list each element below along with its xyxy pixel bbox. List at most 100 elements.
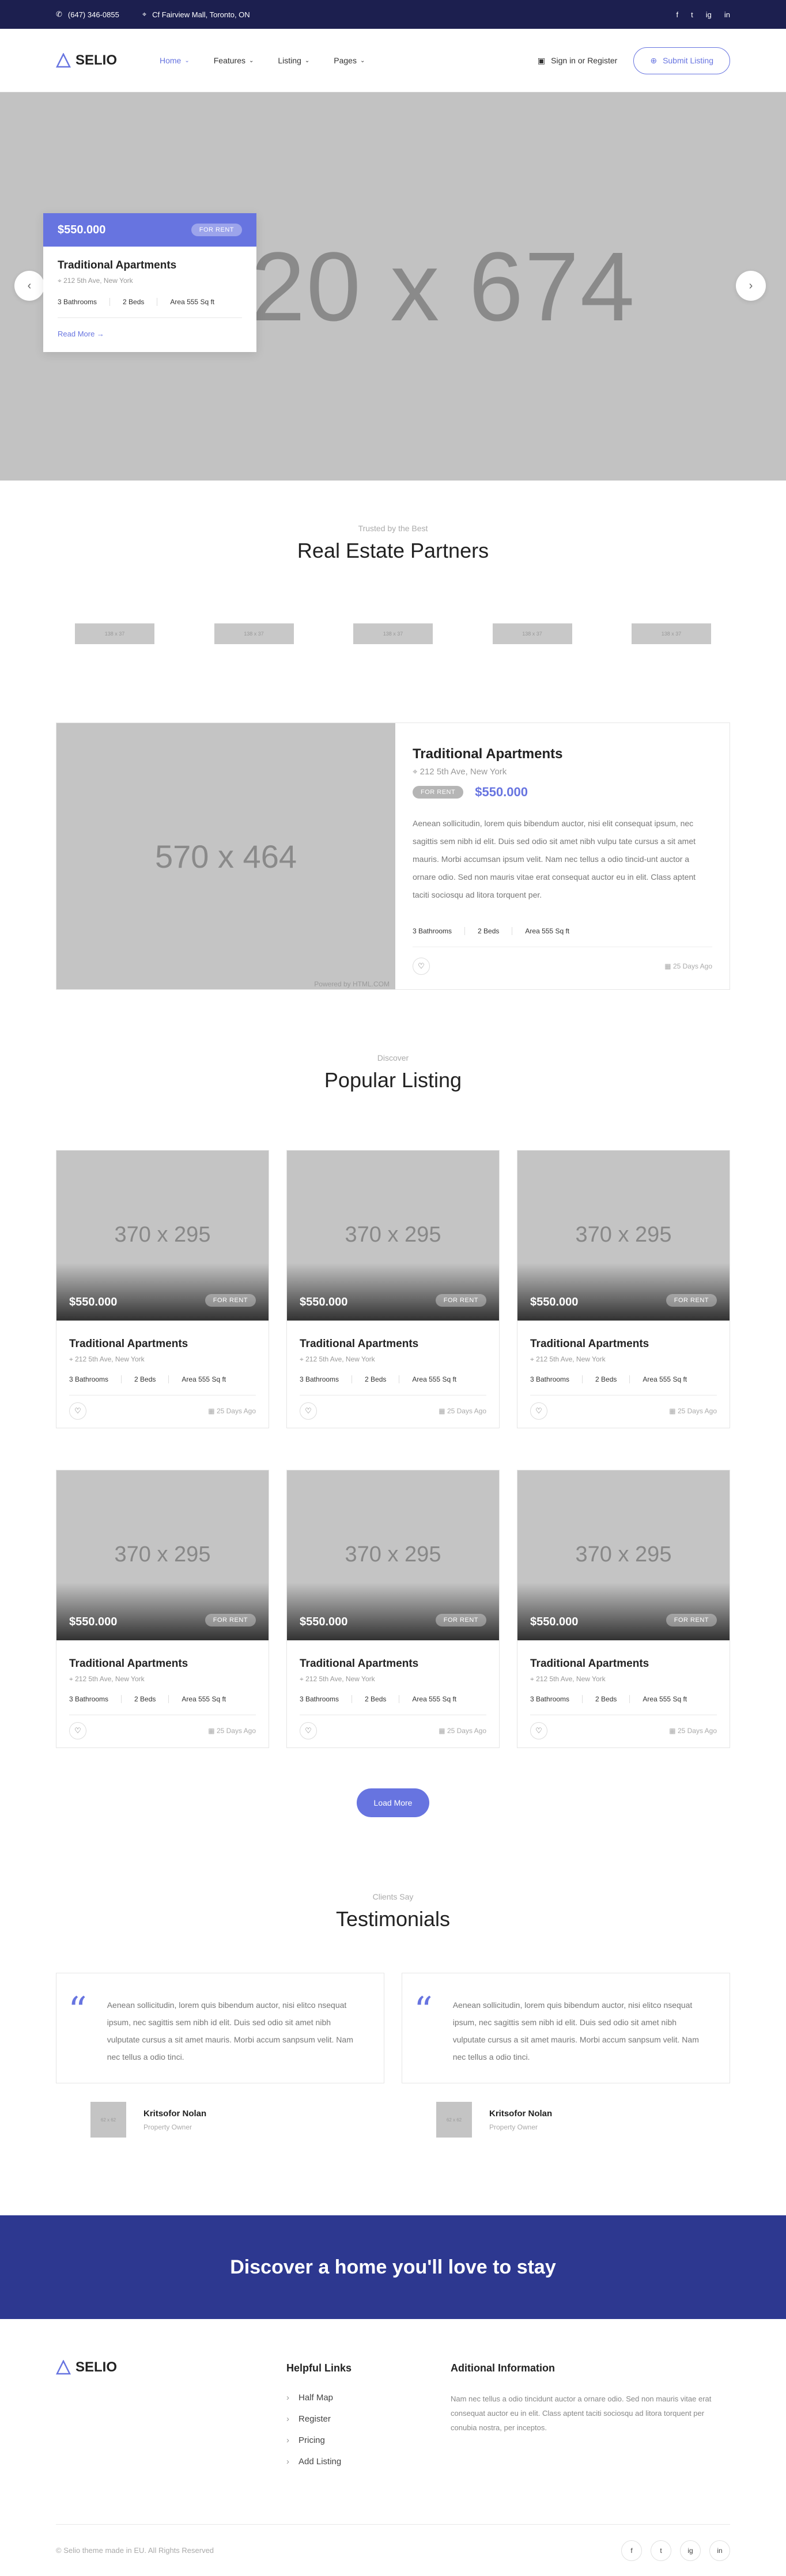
- card-footer: ♡ ▦ 25 Days Ago: [530, 1715, 717, 1739]
- property-title[interactable]: Traditional Apartments: [300, 1338, 486, 1351]
- phone-info[interactable]: ✆ (647) 346-0855: [56, 10, 119, 19]
- property-price: $550.000: [300, 1616, 348, 1628]
- submit-listing-button[interactable]: ⊕ Submit Listing: [633, 47, 730, 74]
- heart-icon[interactable]: ♡: [530, 1402, 547, 1420]
- partner-logo[interactable]: 138 x 37: [75, 623, 154, 644]
- status-badge: FOR RENT: [666, 1294, 717, 1307]
- nav-label: Features: [213, 56, 245, 65]
- property-title[interactable]: Traditional Apartments: [69, 1338, 256, 1351]
- featured-image[interactable]: 570 x 464 Powered by HTML.COM: [56, 723, 395, 989]
- heart-icon[interactable]: ♡: [530, 1722, 547, 1739]
- footer-logo[interactable]: SELIO: [56, 2359, 160, 2375]
- read-more-link[interactable]: Read More →: [58, 330, 242, 338]
- address-text: 212 5th Ave, New York: [63, 277, 133, 285]
- status-badge: FOR RENT: [435, 1294, 486, 1307]
- heart-icon[interactable]: ♡: [413, 958, 430, 975]
- twitter-icon[interactable]: t: [691, 10, 693, 19]
- instagram-icon[interactable]: ig: [706, 10, 712, 19]
- nav-item-home[interactable]: Home ⌄: [160, 56, 190, 65]
- address-info: ⌖ Cf Fairview Mall, Toronto, ON: [142, 10, 250, 19]
- footer-info-title: Aditional Information: [451, 2362, 555, 2374]
- listing-card[interactable]: 370 x 295 $550.000 FOR RENT Traditional Ap…: [286, 1470, 500, 1748]
- nav-item-listing[interactable]: Listing ⌄: [278, 56, 309, 65]
- section-title: Testimonials: [335, 1907, 451, 1931]
- property-title[interactable]: Traditional Apartments: [530, 1658, 717, 1670]
- footer-link-half-map[interactable]: › Half Map: [286, 2393, 451, 2403]
- feature-area: Area 555 Sq ft: [629, 1695, 700, 1703]
- avatar: 62 x 62: [90, 2102, 126, 2138]
- property-price: $550.000: [530, 1296, 579, 1308]
- instagram-icon[interactable]: ig: [680, 2540, 701, 2561]
- calendar-icon: ▦: [664, 962, 673, 970]
- listing-image[interactable]: 370 x 295 $550.000 FOR RENT: [517, 1470, 730, 1640]
- partner-logo[interactable]: 138 x 37: [492, 623, 572, 644]
- property-title[interactable]: Traditional Apartments: [413, 746, 712, 762]
- address-text: 212 5th Ave, New York: [305, 1355, 375, 1363]
- heart-icon[interactable]: ♡: [69, 1722, 86, 1739]
- testimonial: “ Aenean sollicitudin, lorem quis bibend…: [402, 1973, 730, 2138]
- partner-logo[interactable]: 138 x 37: [214, 623, 294, 644]
- nav-item-pages[interactable]: Pages ⌄: [334, 56, 365, 65]
- listing-image[interactable]: 370 x 295 $550.000 FOR RENT: [56, 1151, 269, 1321]
- linkedin-icon[interactable]: in: [724, 10, 730, 19]
- card-footer: ♡ ▦ 25 Days Ago: [69, 1715, 256, 1739]
- top-bar: ✆ (647) 346-0855 ⌖ Cf Fairview Mall, Toron…: [0, 0, 786, 29]
- linkedin-icon[interactable]: in: [709, 2540, 730, 2561]
- listing-card[interactable]: 370 x 295 $550.000 FOR RENT Traditional Ap…: [286, 1150, 500, 1428]
- footer-social: f t ig in: [621, 2540, 730, 2561]
- link-label: Register: [298, 2414, 331, 2424]
- slider-prev-button[interactable]: ‹: [14, 271, 44, 301]
- header: SELIO Home ⌄ Features ⌄ Listing ⌄ Pages ⌄ ▣ S…: [0, 29, 786, 92]
- footer-link-add-listing[interactable]: › Add Listing: [286, 2457, 451, 2467]
- property-title[interactable]: Traditional Apartments: [300, 1658, 486, 1670]
- partner-logo[interactable]: 138 x 37: [353, 623, 433, 644]
- image-placeholder-label: 370 x 295: [575, 1223, 672, 1247]
- featured-property: 570 x 464 Powered by HTML.COM Traditiona…: [56, 723, 730, 990]
- facebook-icon[interactable]: f: [677, 10, 679, 19]
- footer-link-pricing[interactable]: › Pricing: [286, 2435, 451, 2445]
- partner-logo[interactable]: 138 x 37: [632, 623, 711, 644]
- heart-icon[interactable]: ♡: [69, 1402, 86, 1420]
- load-more-button[interactable]: Load More: [357, 1788, 429, 1817]
- posted-date: ▦ 25 Days Ago: [664, 962, 712, 970]
- nav-item-features[interactable]: Features ⌄: [214, 56, 254, 65]
- property-title[interactable]: Traditional Apartments: [58, 259, 242, 272]
- feature-area: Area 555 Sq ft: [399, 1375, 469, 1383]
- map-pin-icon: ⌖: [530, 1355, 536, 1363]
- author-role: Property Owner: [143, 2123, 192, 2131]
- heart-icon[interactable]: ♡: [300, 1722, 317, 1739]
- listing-image[interactable]: 370 x 295 $550.000 FOR RENT: [56, 1470, 269, 1640]
- listing-image[interactable]: 370 x 295 $550.000 FOR RENT: [517, 1151, 730, 1321]
- card-footer: ♡ ▦ 25 Days Ago: [530, 1395, 717, 1420]
- feature-bathrooms: 3 Bathrooms: [530, 1695, 570, 1703]
- testimonial-box: “ Aenean sollicitudin, lorem quis bibend…: [56, 1973, 384, 2083]
- slider-next-button[interactable]: ›: [736, 271, 766, 301]
- image-placeholder-label: 370 x 295: [345, 1542, 441, 1567]
- listing-card[interactable]: 370 x 295 $550.000 FOR RENT Traditional Ap…: [517, 1470, 730, 1748]
- listing-image[interactable]: 370 x 295 $550.000 FOR RENT: [287, 1151, 499, 1321]
- property-title[interactable]: Traditional Apartments: [530, 1338, 717, 1351]
- link-label: Pricing: [298, 2435, 325, 2445]
- heart-icon[interactable]: ♡: [300, 1402, 317, 1420]
- property-features: 3 Bathrooms 2 Beds Area 555 Sq ft: [69, 1695, 256, 1715]
- footer-link-register[interactable]: › Register: [286, 2414, 451, 2424]
- logo[interactable]: SELIO: [56, 52, 160, 69]
- listing-card[interactable]: 370 x 295 $550.000 FOR RENT Traditional Ap…: [56, 1470, 269, 1748]
- listing-card[interactable]: 370 x 295 $550.000 FOR RENT Traditional Ap…: [56, 1150, 269, 1428]
- calendar-icon: ▦: [208, 1407, 217, 1415]
- property-price: $550.000: [475, 785, 528, 799]
- card-footer: ♡ ▦ 25 Days Ago: [300, 1715, 486, 1739]
- listing-card[interactable]: 370 x 295 $550.000 FOR RENT Traditional Ap…: [517, 1150, 730, 1428]
- property-features: 3 Bathrooms 2 Beds Area 555 Sq ft: [530, 1375, 717, 1395]
- testimonial: “ Aenean sollicitudin, lorem quis bibend…: [56, 1973, 384, 2138]
- listing-image[interactable]: 370 x 295 $550.000 FOR RENT: [287, 1470, 499, 1640]
- twitter-icon[interactable]: t: [651, 2540, 671, 2561]
- property-title[interactable]: Traditional Apartments: [69, 1658, 256, 1670]
- property-features: 3 Bathrooms 2 Beds Area 555 Sq ft: [530, 1695, 717, 1715]
- feature-beds: 2 Beds: [121, 1375, 168, 1383]
- section-title: Popular Listing: [324, 1068, 462, 1092]
- chevron-down-icon: ⌄: [304, 57, 310, 64]
- facebook-icon[interactable]: f: [621, 2540, 642, 2561]
- signin-link[interactable]: ▣ Sign in or Register: [538, 56, 617, 66]
- property-description: Aenean sollicitudin, lorem quis bibendum…: [413, 819, 696, 899]
